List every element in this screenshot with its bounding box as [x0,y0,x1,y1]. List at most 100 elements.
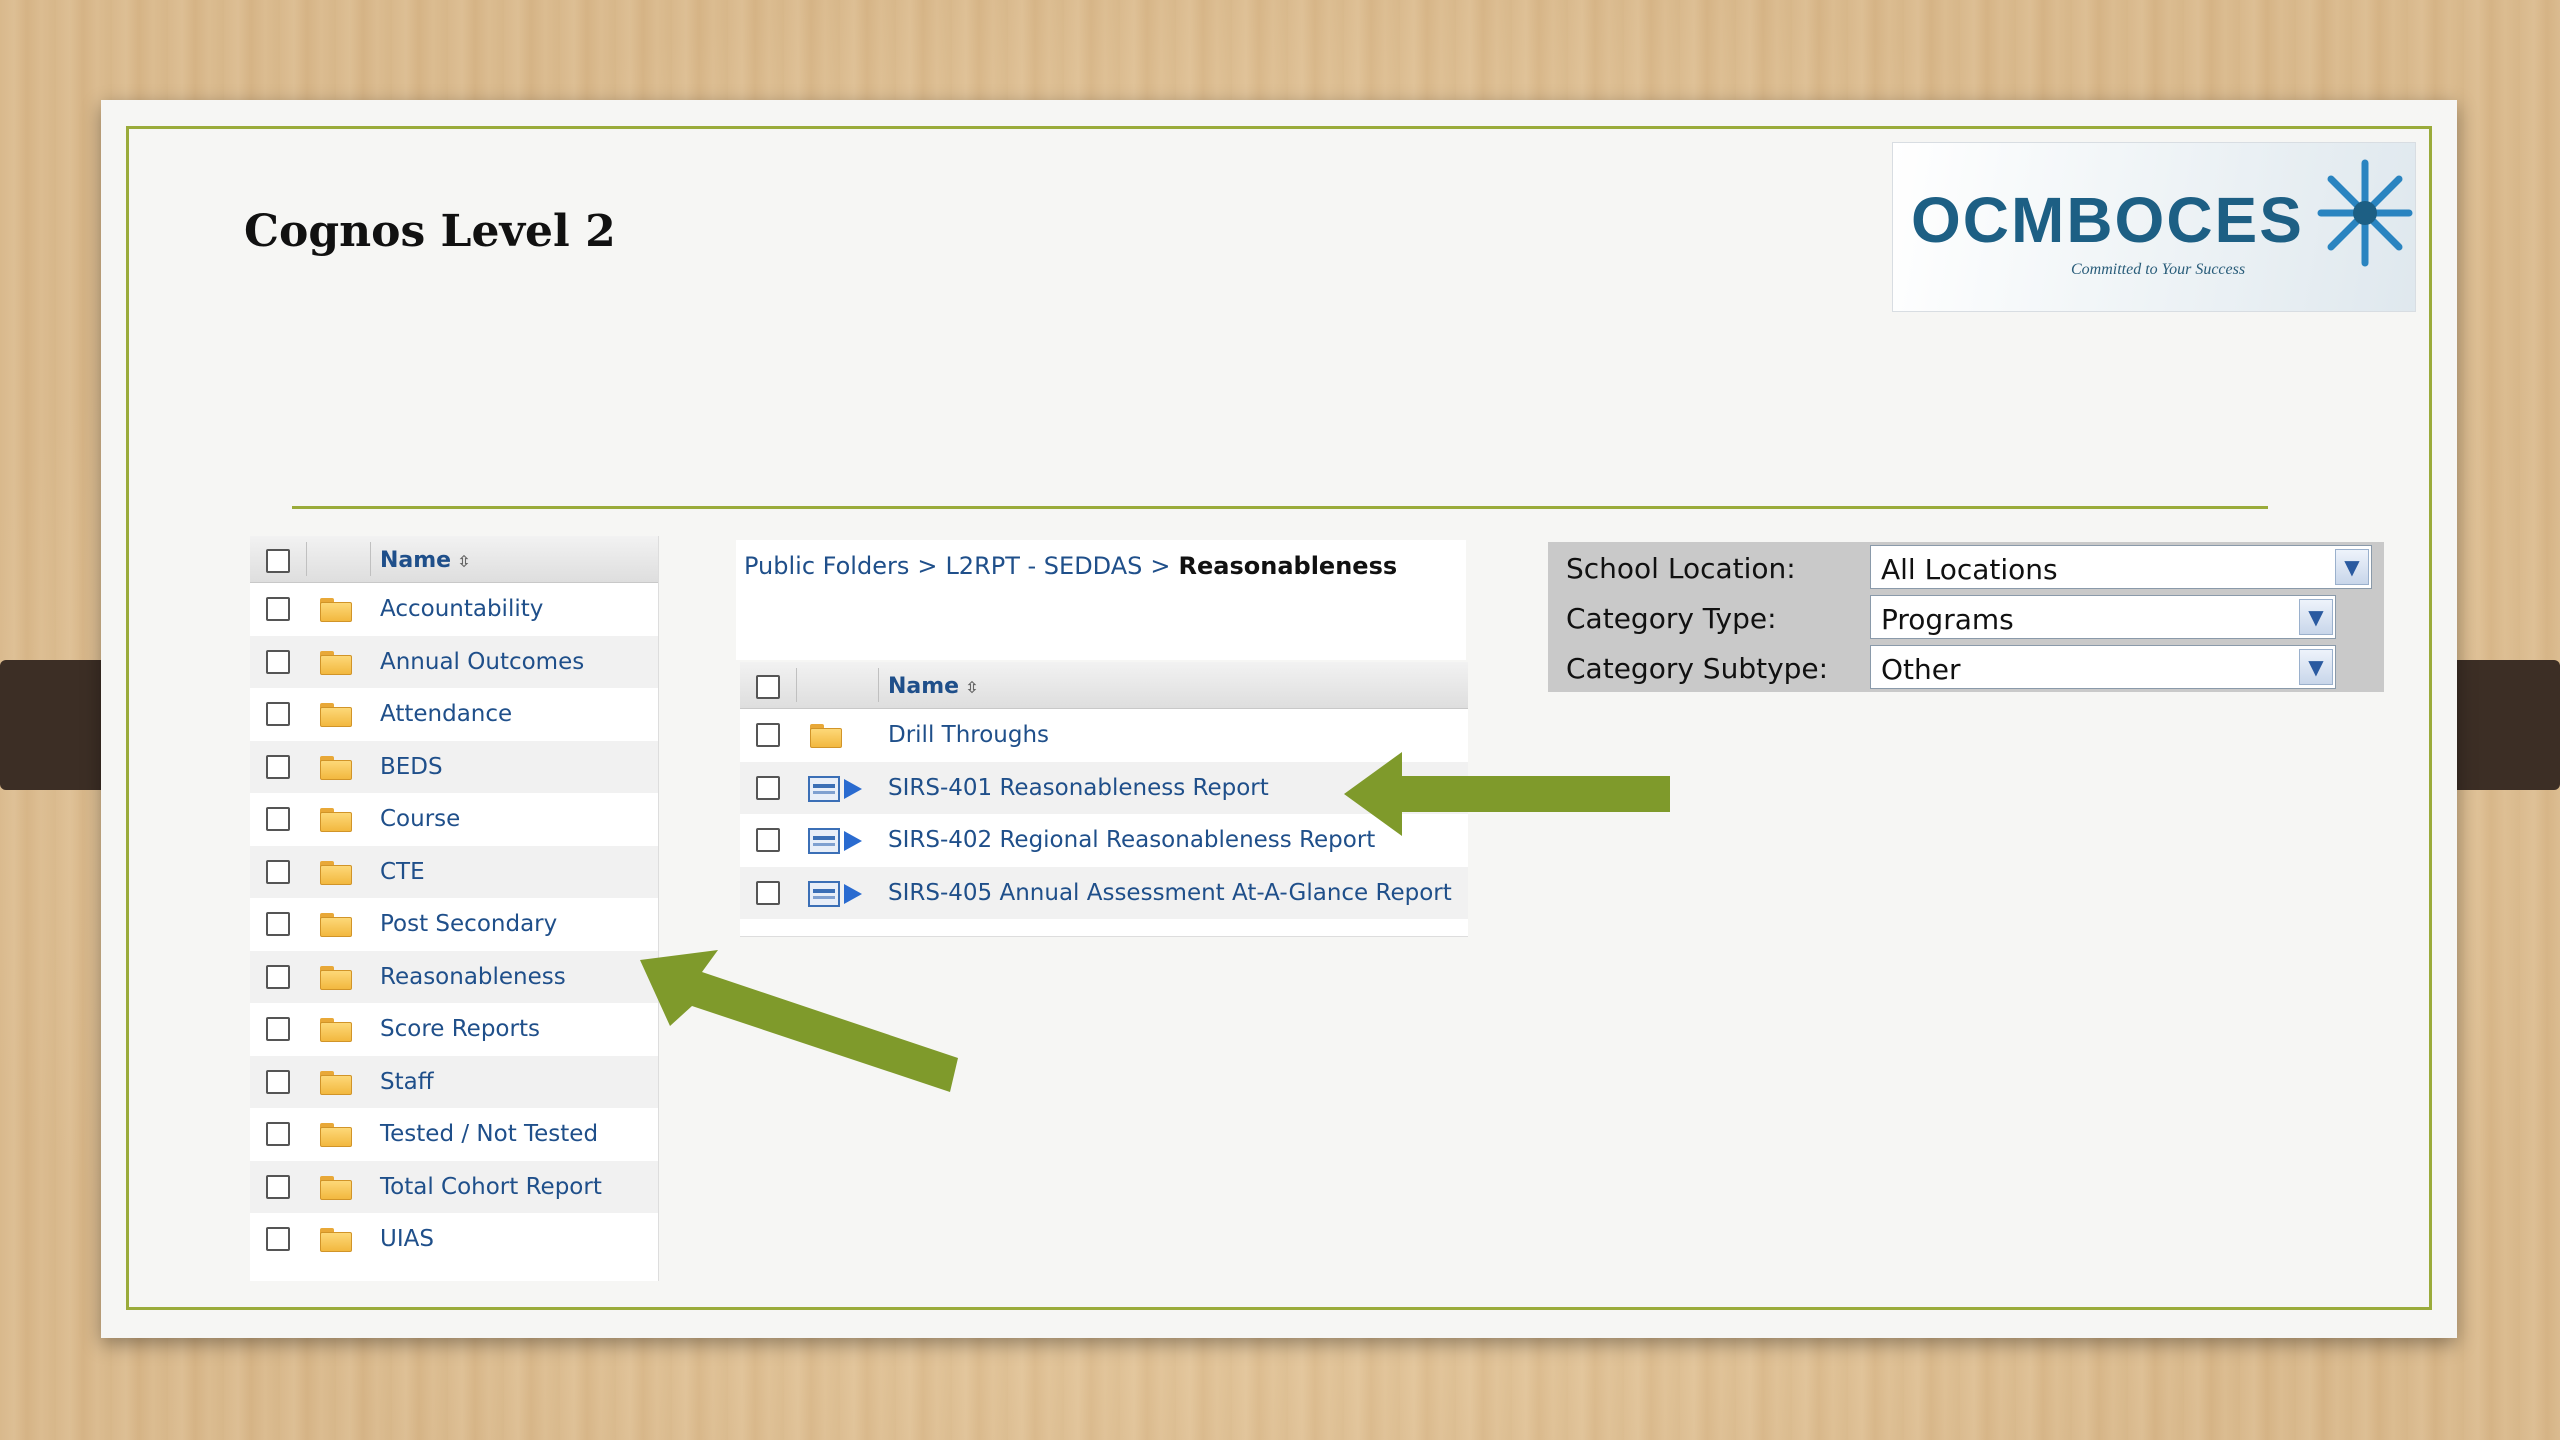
row-checkbox[interactable] [266,597,290,621]
row-checkbox[interactable] [266,1227,290,1251]
report-icon[interactable] [808,774,866,804]
logo-tagline: Committed to Your Success [2071,261,2246,278]
filter-panel: School Location: All Locations ▼ Categor… [1548,542,2384,692]
row-checkbox[interactable] [756,723,780,747]
folder-link[interactable]: Score Reports [380,1016,540,1042]
arrow-to-sirs-401 [1344,752,1670,836]
list-item[interactable]: SIRS-405 Annual Assessment At-A-Glance R… [740,866,1468,919]
folder-link[interactable]: CTE [380,859,425,885]
header-divider [796,668,797,702]
folder-icon [320,1175,352,1200]
list-item[interactable]: Attendance [250,688,658,741]
list-item[interactable]: Annual Outcomes [250,635,658,688]
folder-link[interactable]: UIAS [380,1226,434,1252]
list-item[interactable]: Accountability [250,583,658,636]
school-location-row: School Location: All Locations ▼ [1548,542,2384,592]
list-header: Name ⇳ [250,536,658,583]
report-link[interactable]: SIRS-405 Annual Assessment At-A-Glance R… [888,880,1452,906]
folder-icon [320,755,352,780]
row-checkbox[interactable] [266,807,290,831]
header-divider [306,542,307,576]
folder-link[interactable]: Course [380,806,460,832]
list-item[interactable]: Post Secondary [250,898,658,951]
row-checkbox[interactable] [756,828,780,852]
folder-link[interactable]: Drill Throughs [888,722,1049,748]
row-checkbox[interactable] [266,1017,290,1041]
row-checkbox[interactable] [266,1069,290,1094]
folder-link[interactable]: Reasonableness [380,964,566,990]
row-checkbox[interactable] [756,775,780,800]
folder-icon [320,1123,352,1147]
folder-icon [320,965,352,990]
name-header-label: Name [888,674,960,699]
folder-list-panel: Name ⇳ Accountability Annual Outcomes Atten… [250,536,659,1281]
row-checkbox[interactable] [266,859,290,884]
school-location-value: All Locations [1881,553,2058,586]
header-divider [370,542,371,576]
list-item[interactable]: Course [250,793,658,846]
report-icon[interactable] [808,826,866,856]
folder-link[interactable]: BEDS [380,754,443,780]
row-checkbox[interactable] [266,1122,290,1146]
folder-icon [320,1070,352,1095]
row-checkbox[interactable] [266,1174,290,1199]
category-type-value: Programs [1881,603,2014,636]
category-type-row: Category Type: Programs ▼ [1548,592,2384,642]
breadcrumb-separator: > [917,552,938,580]
list-item[interactable]: Total Cohort Report [250,1160,658,1213]
breadcrumb-separator: > [1150,552,1171,580]
folder-icon [320,913,352,937]
category-subtype-label: Category Subtype: [1566,652,1829,685]
report-link[interactable]: SIRS-401 Reasonableness Report [888,775,1269,801]
row-checkbox[interactable] [266,649,290,674]
chevron-down-icon[interactable]: ▼ [2299,599,2333,635]
category-type-label: Category Type: [1566,602,1777,635]
chevron-down-icon[interactable]: ▼ [2299,649,2333,685]
row-checkbox[interactable] [266,754,290,779]
list-item[interactable]: Tested / Not Tested [250,1108,658,1161]
school-location-select[interactable]: All Locations ▼ [1870,545,2372,589]
folder-icon [320,650,352,675]
folder-link[interactable]: Staff [380,1069,434,1095]
breadcrumb-current: Reasonableness [1178,552,1398,580]
category-type-select[interactable]: Programs ▼ [1870,595,2336,639]
row-checkbox[interactable] [266,912,290,936]
name-column-header[interactable]: Name ⇳ [380,548,471,573]
breadcrumb-l2rpt-seddas[interactable]: L2RPT - SEDDAS [945,552,1142,580]
select-all-checkbox[interactable] [266,549,290,573]
school-location-label: School Location: [1566,552,1796,585]
folder-icon [320,1228,352,1252]
category-subtype-value: Other [1881,653,1961,686]
folder-link[interactable]: Post Secondary [380,911,557,937]
chevron-down-icon[interactable]: ▼ [2335,549,2369,585]
logo-text: OCMBOCES [1911,184,2304,256]
header-divider [878,668,879,702]
breadcrumb-public-folders[interactable]: Public Folders [744,552,909,580]
sort-icon[interactable]: ⇳ [965,678,978,697]
report-icon[interactable] [808,879,866,909]
list-item[interactable]: Reasonableness [250,950,658,1003]
list-item[interactable]: UIAS [250,1213,658,1266]
folder-link[interactable]: Tested / Not Tested [380,1121,598,1147]
folder-link[interactable]: Total Cohort Report [380,1174,602,1200]
name-header-label: Name [380,548,452,573]
row-checkbox[interactable] [756,880,780,905]
category-subtype-select[interactable]: Other ▼ [1870,645,2336,689]
list-item[interactable]: Staff [250,1055,658,1108]
list-item[interactable]: CTE [250,845,658,898]
title-divider [292,506,2268,509]
select-all-checkbox[interactable] [756,675,780,699]
slide-title: Cognos Level 2 [244,206,616,257]
folder-link[interactable]: Accountability [380,596,543,622]
list-item[interactable]: BEDS [250,740,658,793]
list-item[interactable]: Score Reports [250,1003,658,1056]
row-checkbox[interactable] [266,702,290,726]
name-column-header[interactable]: Name ⇳ [888,674,979,699]
folder-link[interactable]: Annual Outcomes [380,649,584,675]
category-subtype-row: Category Subtype: Other ▼ [1548,642,2384,692]
sort-icon[interactable]: ⇳ [457,552,470,571]
folder-icon [320,703,352,727]
row-checkbox[interactable] [266,964,290,989]
folder-link[interactable]: Attendance [380,701,512,727]
report-link[interactable]: SIRS-402 Regional Reasonableness Report [888,827,1375,853]
